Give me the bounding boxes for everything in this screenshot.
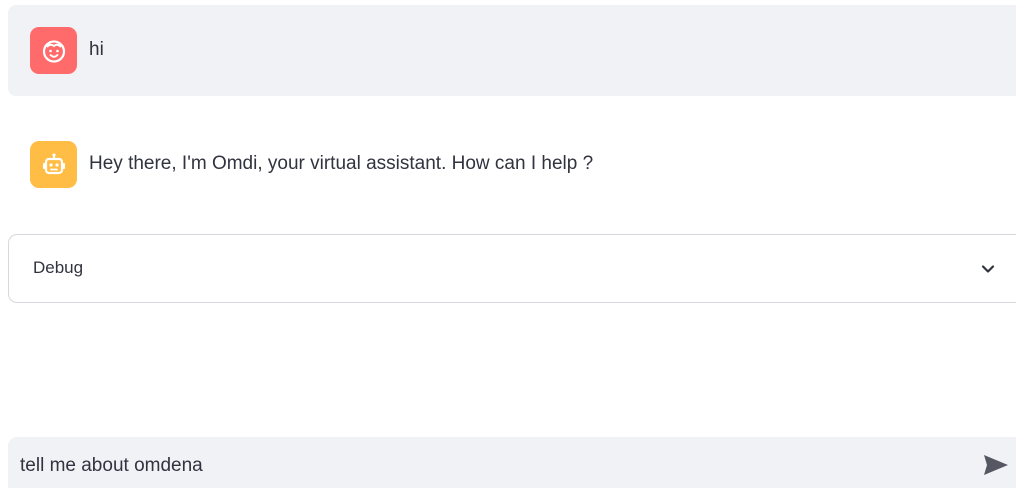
user-message-text: hi	[89, 39, 104, 60]
robot-icon	[42, 152, 65, 174]
debug-expander[interactable]: Debug	[8, 234, 1016, 303]
assistant-avatar	[30, 141, 77, 188]
assistant-message-text: Hey there, I'm Omdi, your virtual assist…	[89, 153, 594, 174]
chevron-down-icon	[981, 265, 995, 273]
debug-expander-label: Debug	[33, 258, 84, 277]
assistant-message: Hey there, I'm Omdi, your virtual assist…	[8, 118, 1016, 210]
send-button[interactable]	[978, 449, 1014, 481]
send-icon	[984, 455, 1008, 475]
user-message: hi	[8, 5, 1016, 96]
chat-input-bar	[8, 437, 1016, 488]
chat-input-field[interactable]	[20, 451, 960, 481]
face-icon	[42, 39, 65, 63]
chat-page: hi Hey there, I'm Omdi, your virtual ass…	[0, 0, 1016, 488]
user-avatar	[30, 27, 77, 74]
